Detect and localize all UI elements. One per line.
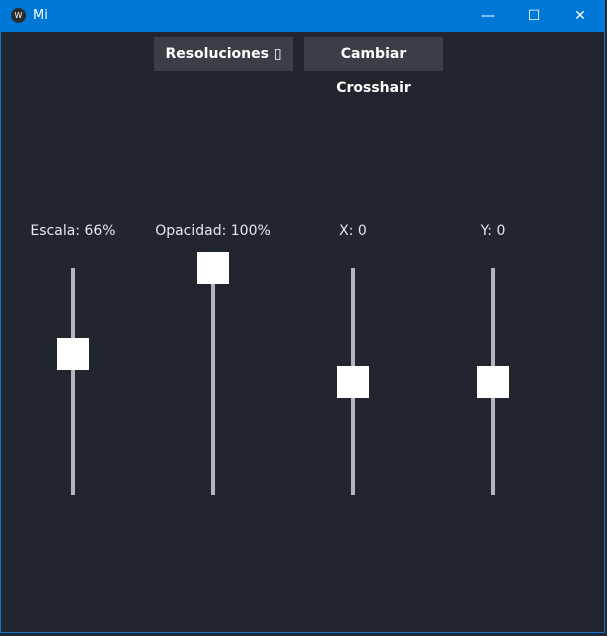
window-title: Mi: [33, 8, 48, 23]
opacity-slider-track[interactable]: [211, 268, 215, 495]
scale-slider-handle[interactable]: [57, 338, 89, 371]
scale-label: Escala: 66%: [30, 223, 116, 239]
opacity-label: Opacidad: 100%: [155, 223, 271, 239]
x-label: X: 0: [339, 223, 367, 239]
scale-slider-track[interactable]: [71, 268, 75, 495]
y-slider-handle[interactable]: [477, 365, 509, 398]
kivy-logo-icon: W: [11, 8, 26, 23]
app-window: W Mi — ☐ ✕ Resoluciones ▯ Cambiar Crossh…: [0, 0, 605, 633]
maximize-button[interactable]: ☐: [511, 0, 557, 32]
opacity-slider-handle[interactable]: [197, 252, 229, 284]
resolutions-button[interactable]: Resoluciones ▯: [154, 37, 293, 71]
y-label: Y: 0: [480, 223, 506, 239]
minimize-button[interactable]: —: [465, 0, 511, 32]
change-crosshair-button[interactable]: Cambiar Crosshair: [304, 37, 443, 96]
close-button[interactable]: ✕: [557, 0, 603, 32]
title-bar[interactable]: W Mi — ☐ ✕: [0, 0, 605, 32]
x-slider-handle[interactable]: [337, 365, 369, 398]
